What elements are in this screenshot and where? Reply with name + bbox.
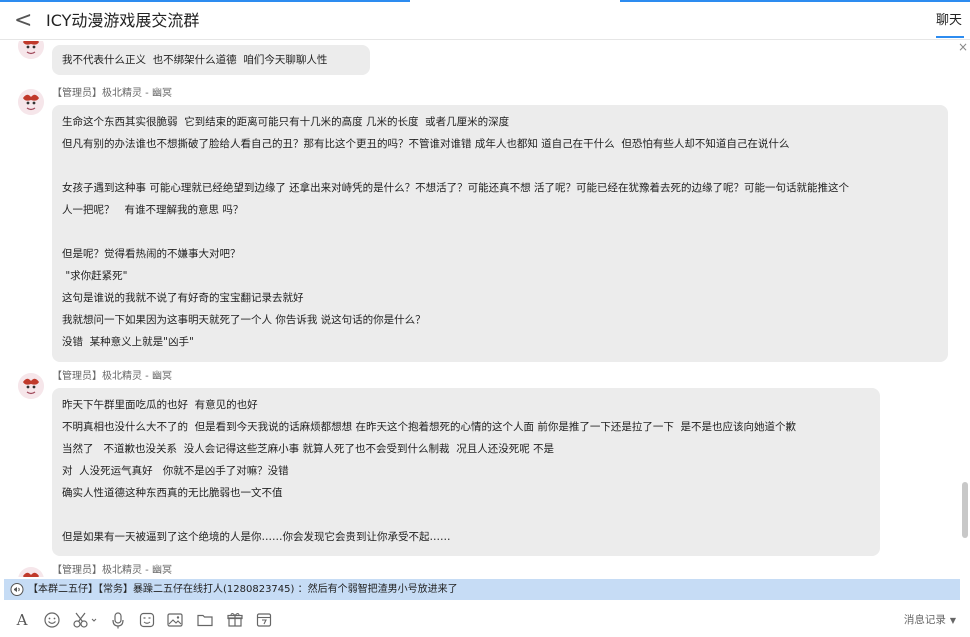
message-blank-line: [62, 504, 870, 526]
message-history-button[interactable]: 消息记录 ▼: [904, 613, 956, 628]
notice-text: 【本群二五仔】【常务】暴躁二五仔在线打人(1280823745) ：然后有个弱智…: [28, 584, 458, 595]
voice-button[interactable]: [110, 610, 126, 630]
message-line: 确实人性道德这种东西真的无比脆弱也一文不值: [62, 487, 283, 499]
avatar[interactable]: [18, 89, 44, 115]
message-line: 人一把呢？ 有谁不理解我的意思 吗？: [62, 204, 244, 216]
message-line: "求你赶紧死": [62, 270, 128, 282]
message-bubble: 昨天下午群里面吃瓜的也好 有意见的也好 不明真相也没什么大不了的 但是看到今天我…: [52, 388, 880, 556]
sender-name[interactable]: 【管理员】极北精灵 - 幽冥: [52, 87, 172, 101]
title-bar: < ICY动漫游戏展交流群 聊天: [0, 2, 970, 40]
emoji-button[interactable]: [43, 610, 61, 630]
message-blank-line: [62, 155, 938, 177]
message-line: 但凡有别的办法谁也不想撕破了脸给人看自己的丑？那有比这个更丑的吗？不管谁对谁错 …: [62, 138, 790, 150]
file-button[interactable]: [196, 610, 214, 630]
group-title: ICY动漫游戏展交流群: [46, 11, 200, 30]
screenshot-button[interactable]: [72, 610, 98, 630]
back-button[interactable]: <: [14, 8, 36, 34]
avatar[interactable]: [18, 41, 44, 59]
message-line: 这句是谁说的我就不说了有好奇的宝宝翻记录去就好: [62, 292, 304, 304]
input-toolbar: A 消息记录 ▼: [0, 604, 970, 637]
gift-icon: [227, 612, 243, 627]
history-label: 消息记录: [903, 614, 946, 626]
scissors-icon: [73, 612, 97, 628]
message-line: 不明真相也没什么大不了的 但是看到今天我说的话麻烦都想想 在昨天这个抱着想死的心…: [62, 421, 797, 433]
sender-name[interactable]: 【管理员】极北精灵 - 幽冥: [52, 564, 172, 577]
megaphone-icon: [10, 583, 24, 596]
message-line: 没错 某种意义上就是"凶手": [62, 336, 194, 348]
tab-chat[interactable]: 聊天: [936, 11, 962, 31]
message-line: 当然了 不道歉也没关系 没人会记得这些芝麻小事 就算人死了也不会受到什么制裁 况…: [62, 443, 555, 455]
message-line: 我不代表什么正义 也不绑架什么道德 咱们今天聊聊人性: [62, 54, 328, 66]
avatar[interactable]: [18, 567, 44, 577]
avatar[interactable]: [18, 373, 44, 399]
face-sticker-icon: [139, 612, 155, 628]
calendar-icon: [256, 613, 272, 627]
message-line: 但是如果有一天被逼到了这个绝境的人是你……你会发现它会贵到让你承受不起……: [62, 531, 451, 543]
tab-chat-indicator: [936, 36, 964, 38]
message-line: 昨天下午群里面吃瓜的也好 有意见的也好: [62, 399, 258, 411]
font-button[interactable]: A: [14, 610, 30, 630]
gift-button[interactable]: [226, 610, 244, 630]
group-notice-bar[interactable]: 【本群二五仔】【常务】暴躁二五仔在线打人(1280823745) ：然后有个弱智…: [4, 579, 960, 600]
scrollbar-thumb[interactable]: [962, 482, 968, 538]
message-line: 但是呢？觉得看热闹的不嫌事大对吧？: [62, 248, 241, 260]
microphone-icon: [112, 612, 124, 629]
message-line: 我就想问一下如果因为这事明天就死了一个人 你告诉我 说这句话的你是什么？: [62, 314, 426, 326]
image-button[interactable]: [166, 610, 184, 630]
message-line: 女孩子遇到这种事 可能心理就已经绝望到边缘了 还拿出来对峙凭的是什么？不想活了？…: [62, 182, 850, 194]
message-line: 对 人没死运气真好 你就不是凶手了对嘛？没错: [62, 465, 289, 477]
sticker-button[interactable]: [138, 610, 156, 630]
smiley-icon: [44, 612, 60, 628]
message-bubble: 我不代表什么正义 也不绑架什么道德 咱们今天聊聊人性: [52, 45, 370, 75]
message-blank-line: [62, 221, 938, 243]
message-bubble: 生命这个东西其实很脆弱 它到结束的距离可能只有十几米的高度 几米的长度 或者几厘…: [52, 105, 948, 362]
calendar-button[interactable]: [255, 610, 273, 630]
message-line: 生命这个东西其实很脆弱 它到结束的距离可能只有十几米的高度 几米的长度 或者几厘…: [62, 116, 510, 128]
folder-icon: [197, 614, 213, 627]
chevron-down-icon: ▼: [949, 616, 956, 625]
chat-message-list[interactable]: 我不代表什么正义 也不绑架什么道德 咱们今天聊聊人性 【管理员】极北精灵 - 幽…: [0, 41, 958, 577]
image-icon: [167, 613, 183, 627]
sender-name[interactable]: 【管理员】极北精灵 - 幽冥: [52, 370, 172, 384]
